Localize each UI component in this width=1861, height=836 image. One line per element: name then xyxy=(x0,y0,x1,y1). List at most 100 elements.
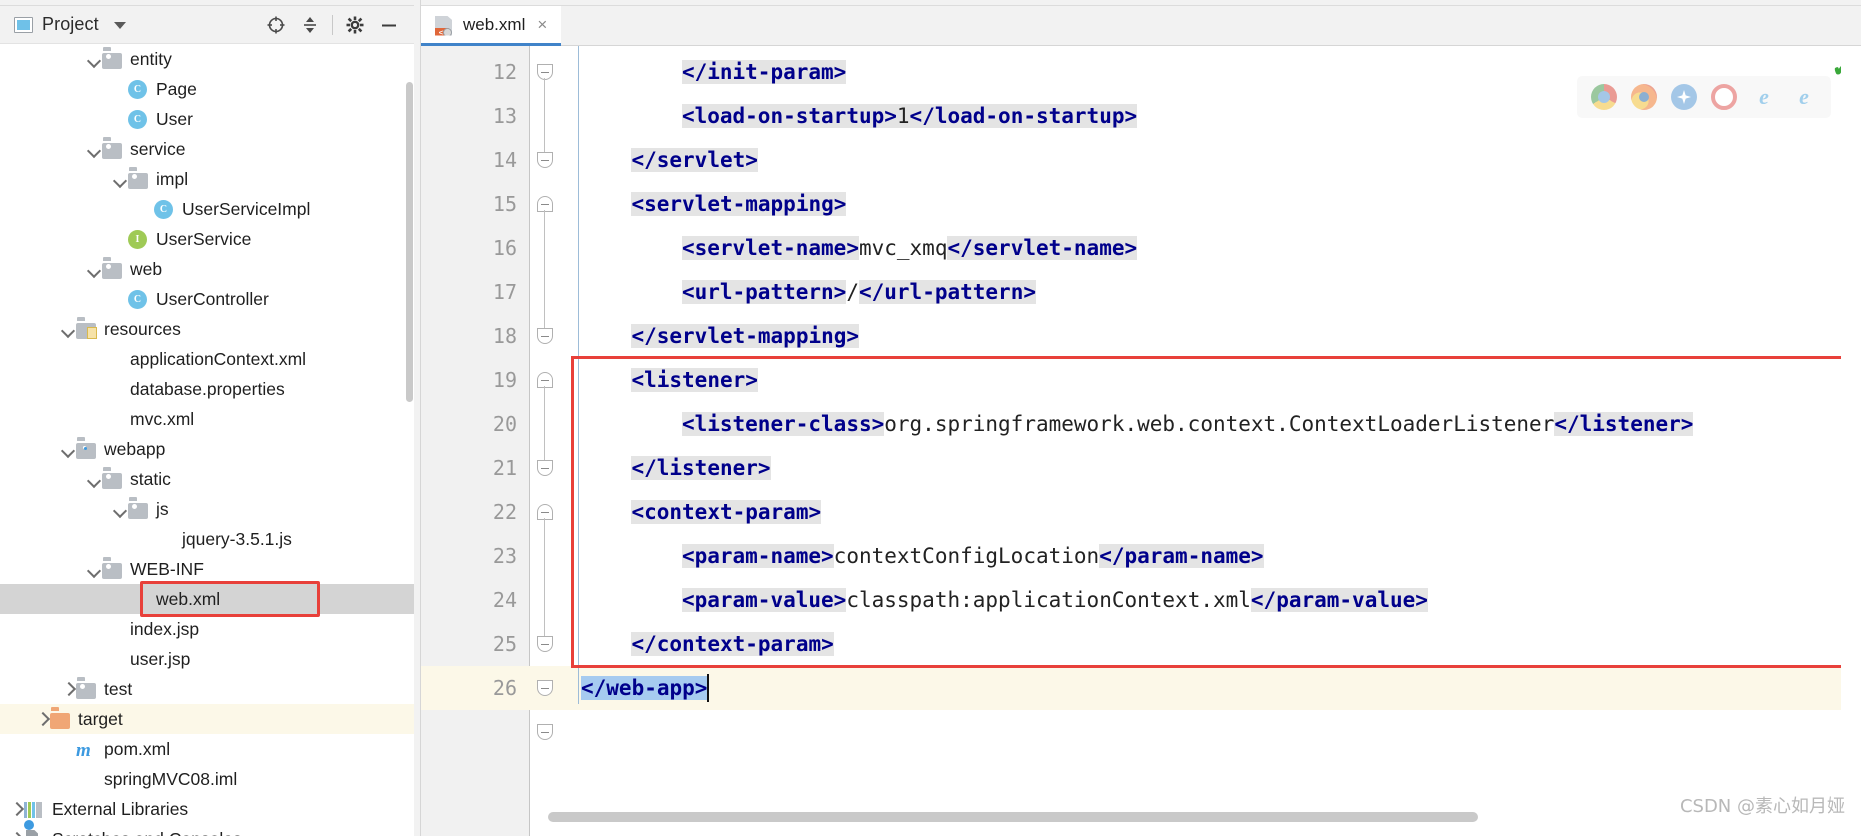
chevron-right-icon[interactable] xyxy=(60,681,76,697)
code-editor[interactable]: 12 </init-param> 13 <load-on-startup>1</loa… xyxy=(421,46,1861,836)
code-line[interactable]: 20 <listener-class>org.springframework.we… xyxy=(421,402,1861,446)
chevron-down-icon[interactable] xyxy=(86,561,102,577)
tree-scrollbar-thumb[interactable] xyxy=(406,82,413,402)
chevron-down-icon[interactable] xyxy=(112,501,128,517)
safari-icon[interactable] xyxy=(1671,84,1697,110)
fold-marker[interactable] xyxy=(537,680,553,696)
code-line[interactable]: 24 <param-value>classpath:applicationCont… xyxy=(421,578,1861,622)
code-text[interactable]: <servlet-name>mvc_xmq</servlet-name> xyxy=(681,226,1138,270)
tree-item-pom-xml[interactable]: m pom.xml xyxy=(0,734,414,764)
chevron-right-icon[interactable] xyxy=(34,711,50,727)
tree-item-impl[interactable]: impl xyxy=(0,164,414,194)
code-line[interactable]: 22 <context-param> xyxy=(421,490,1861,534)
code-text[interactable]: </context-param> xyxy=(631,622,834,666)
chevron-down-icon[interactable] xyxy=(60,441,76,457)
code-line[interactable]: 25 </context-param> xyxy=(421,622,1861,666)
opera-icon[interactable] xyxy=(1711,84,1737,110)
tree-item-springmvc08-iml[interactable]: springMVC08.iml xyxy=(0,764,414,794)
fold-marker[interactable] xyxy=(537,372,553,388)
code-text[interactable]: </init-param> xyxy=(681,50,847,94)
tree-item-user-jsp[interactable]: JSP user.jsp xyxy=(0,644,414,674)
tree-item-usercontroller[interactable]: C UserController xyxy=(0,284,414,314)
code-text[interactable]: </servlet-mapping> xyxy=(631,314,860,358)
fold-marker[interactable] xyxy=(537,504,553,520)
gear-icon[interactable] xyxy=(338,10,372,40)
tree-item-js[interactable]: js xyxy=(0,494,414,524)
chevron-down-icon[interactable] xyxy=(86,141,102,157)
chevron-down-icon[interactable] xyxy=(113,22,126,29)
tree-item-external-libraries[interactable]: External Libraries xyxy=(0,794,414,824)
close-icon[interactable]: × xyxy=(537,15,547,35)
code-text[interactable]: </listener> xyxy=(631,446,771,490)
code-line[interactable]: 18 </servlet-mapping> xyxy=(421,314,1861,358)
chevron-down-icon[interactable] xyxy=(86,471,102,487)
tree-item-target[interactable]: target xyxy=(0,704,414,734)
tree-item-static[interactable]: static xyxy=(0,464,414,494)
code-line[interactable]: 14 </servlet> xyxy=(421,138,1861,182)
chevron-down-icon[interactable] xyxy=(112,171,128,187)
code-text[interactable]: <param-value>classpath:applicationContex… xyxy=(681,578,1428,622)
browser-launcher-bar[interactable]: e e xyxy=(1577,76,1831,118)
tree-item-web-xml[interactable]: < web.xml xyxy=(0,584,414,614)
code-text[interactable]: </web-app> xyxy=(581,666,708,710)
code-line[interactable]: 23 <param-name>contextConfigLocation</par… xyxy=(421,534,1861,578)
code-line[interactable]: 26 </web-app> xyxy=(421,666,1861,710)
edge-icon[interactable]: e xyxy=(1791,84,1817,110)
tree-item-userserviceimpl[interactable]: C UserServiceImpl xyxy=(0,194,414,224)
tree-item-applicationcontext-xml[interactable]: < applicationContext.xml xyxy=(0,344,414,374)
code-text[interactable]: <load-on-startup>1</load-on-startup> xyxy=(681,94,1138,138)
fold-marker[interactable] xyxy=(537,328,553,344)
tree-item-mvc-xml[interactable]: < mvc.xml xyxy=(0,404,414,434)
code-line[interactable]: 15 <servlet-mapping> xyxy=(421,182,1861,226)
chevron-down-icon[interactable] xyxy=(86,261,102,277)
code-text[interactable]: <param-name>contextConfigLocation</param… xyxy=(681,534,1264,578)
chevron-right-icon[interactable] xyxy=(8,831,24,836)
tree-item-service[interactable]: service xyxy=(0,134,414,164)
tree-item-web-inf[interactable]: WEB-INF xyxy=(0,554,414,584)
fold-marker[interactable] xyxy=(537,152,553,168)
tree-item-web[interactable]: web xyxy=(0,254,414,284)
tab-web-xml[interactable]: < web.xml × xyxy=(421,6,562,46)
tree-item-test[interactable]: test xyxy=(0,674,414,704)
collapse-all-icon[interactable] xyxy=(293,10,327,40)
code-text[interactable]: <url-pattern>/</url-pattern> xyxy=(681,270,1036,314)
tree-item-webapp[interactable]: webapp xyxy=(0,434,414,464)
chevron-down-icon[interactable] xyxy=(60,321,76,337)
code-line[interactable]: 17 <url-pattern>/</url-pattern> xyxy=(421,270,1861,314)
tree-item-user[interactable]: C User xyxy=(0,104,414,134)
fold-marker[interactable] xyxy=(537,724,553,740)
minimize-icon[interactable] xyxy=(372,10,406,40)
tree-scrollbar[interactable] xyxy=(405,44,414,732)
chrome-icon[interactable] xyxy=(1591,84,1617,110)
code-text[interactable]: </servlet> xyxy=(631,138,758,182)
tree-item-scratches-and-consoles[interactable]: Scratches and Consoles xyxy=(0,824,414,836)
chevron-right-icon[interactable] xyxy=(8,801,24,817)
code-text[interactable]: <listener> xyxy=(631,358,758,402)
code-line[interactable]: 21 </listener> xyxy=(421,446,1861,490)
fold-marker[interactable] xyxy=(537,636,553,652)
tree-item-database-properties[interactable]: database.properties xyxy=(0,374,414,404)
code-text[interactable]: <servlet-mapping> xyxy=(631,182,847,226)
tree-item-resources[interactable]: resources xyxy=(0,314,414,344)
tree-item-page[interactable]: C Page xyxy=(0,74,414,104)
code-line[interactable]: 16 <servlet-name>mvc_xmq</servlet-name> xyxy=(421,226,1861,270)
tree-item-userservice[interactable]: I UserService xyxy=(0,224,414,254)
internet-explorer-icon[interactable]: e xyxy=(1751,84,1777,110)
fold-marker[interactable] xyxy=(537,460,553,476)
tree-item-jquery-3-5-1-js[interactable]: JS jquery-3.5.1.js xyxy=(0,524,414,554)
code-text[interactable]: <context-param> xyxy=(631,490,822,534)
editor-horizontal-scrollbar-thumb[interactable] xyxy=(548,812,1478,822)
fold-marker[interactable] xyxy=(537,64,553,80)
project-panel-title-group[interactable]: Project xyxy=(14,14,126,35)
fold-marker[interactable] xyxy=(537,196,553,212)
locate-icon[interactable] xyxy=(259,10,293,40)
code-line[interactable]: 19 <listener> xyxy=(421,358,1861,402)
editor-horizontal-scrollbar[interactable] xyxy=(548,812,1838,822)
chevron-down-icon[interactable] xyxy=(86,51,102,67)
tree-item-index-jsp[interactable]: JSP index.jsp xyxy=(0,614,414,644)
panel-divider[interactable] xyxy=(414,0,421,836)
project-tree[interactable]: entity C Page C User service impl C UserServiceI… xyxy=(0,44,414,836)
code-text[interactable]: <listener-class>org.springframework.web.… xyxy=(681,402,1694,446)
tree-item-entity[interactable]: entity xyxy=(0,44,414,74)
editor-lines[interactable]: 12 </init-param> 13 <load-on-startup>1</loa… xyxy=(421,46,1861,836)
